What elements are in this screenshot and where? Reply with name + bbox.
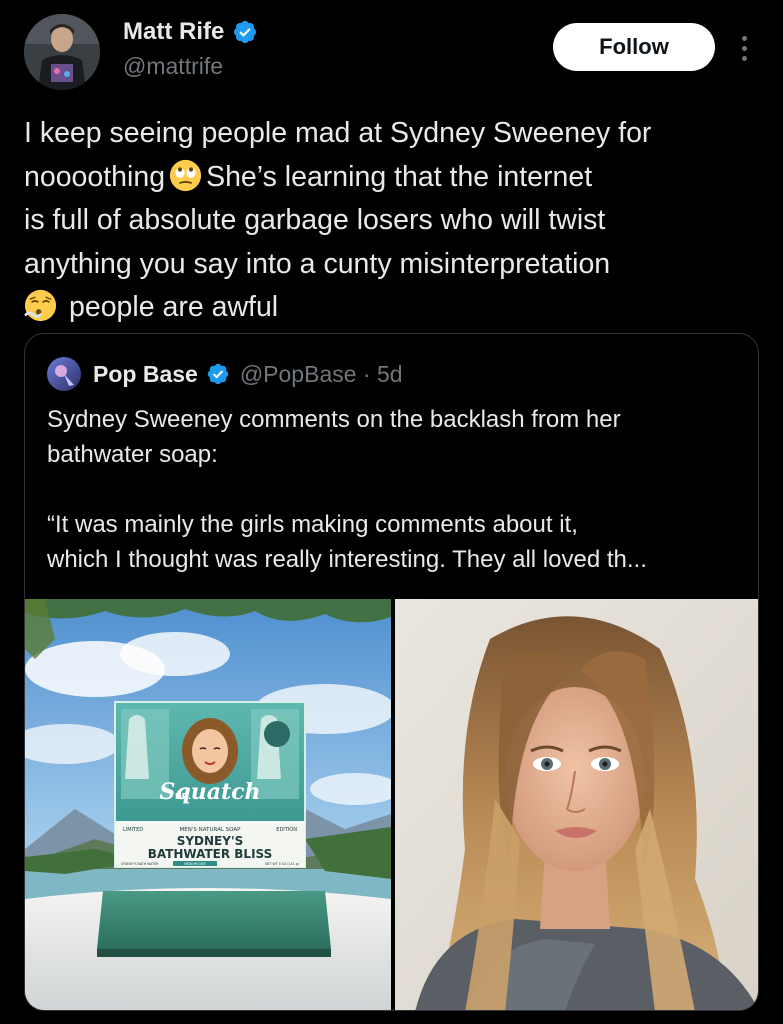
quoted-author-handle-time[interactable]: @PopBase · 5d <box>240 361 403 388</box>
soap-fineprint-right: NET WT 5 OZ (141 g) <box>265 862 299 866</box>
tweet-text-line: anything you say into a cunty misinterpr… <box>24 247 611 280</box>
soap-tagline-left: LIMITED <box>123 827 143 833</box>
quoted-text-line: “It was mainly the girls making comments… <box>47 511 578 538</box>
tweet-text-line: I keep seeing people mad at Sydney Sween… <box>24 117 652 149</box>
author-avatar[interactable] <box>24 14 100 90</box>
tweet-text-line: people are awful <box>24 286 764 330</box>
soap-product-line2: BATHWATER BLISS <box>148 847 273 861</box>
quoted-author-name[interactable]: Pop Base <box>93 361 198 388</box>
tweet-text: I keep seeing people mad at Sydney Sween… <box>24 112 764 330</box>
tweet-text-line: noooothing She’s learning that the inter… <box>24 156 764 200</box>
face-exhaling-emoji <box>24 289 57 322</box>
soap-product-line1: SYDNEY'S <box>177 834 244 848</box>
follow-button[interactable]: Follow <box>553 23 715 71</box>
tweet-text-fragment: people are awful <box>69 291 279 323</box>
soap-product-image[interactable]: DR. Squatch LIMITED MEN'S NATURAL SOAP E… <box>25 599 391 1010</box>
quoted-media-grid: DR. Squatch LIMITED MEN'S NATURAL SOAP E… <box>25 599 758 1010</box>
more-options-icon[interactable] <box>732 28 756 68</box>
author-handle[interactable]: @mattrife <box>123 53 223 80</box>
tweet-text-fragment: noooothing <box>24 160 166 193</box>
quoted-tweet-text: Sydney Sweeney comments on the backlash … <box>47 402 737 577</box>
quoted-tweet-header: Pop Base @PopBase · 5d <box>47 356 403 392</box>
tweet-text-line: is full of absolute garbage losers who w… <box>24 204 606 236</box>
verified-badge-icon <box>234 20 257 44</box>
quoted-text-line: which I thought was really interesting. … <box>47 546 647 573</box>
author-name[interactable]: Matt Rife <box>123 18 224 46</box>
quoted-author-avatar[interactable] <box>47 357 81 391</box>
quoted-tweet[interactable]: Pop Base @PopBase · 5d Sydney Sweeney co… <box>24 333 759 1011</box>
soap-tagline-right: EDITION <box>276 827 297 833</box>
soap-brand: Squatch <box>159 779 260 805</box>
quoted-text-line: Sydney Sweeney comments on the backlash … <box>47 406 621 433</box>
face-with-rolling-eyes-emoji <box>169 159 202 191</box>
tweet-header: Matt Rife @mattrife Follow <box>0 0 783 100</box>
quoted-text-line: bathwater soap: <box>47 441 218 468</box>
soap-fineprint-left: SYDNEY'S BATH WATER <box>121 862 159 866</box>
soap-tagline-mid: MEN'S NATURAL SOAP <box>180 827 242 833</box>
portrait-image[interactable] <box>395 599 758 1010</box>
author-name-row: Matt Rife <box>123 18 258 46</box>
tweet-text-fragment: She’s learning that the internet <box>206 160 593 193</box>
verified-badge-icon <box>207 363 229 385</box>
soap-fineprint-mid: MEDIUM GRIT <box>184 862 206 866</box>
quoted-text-blank-line <box>47 472 737 507</box>
